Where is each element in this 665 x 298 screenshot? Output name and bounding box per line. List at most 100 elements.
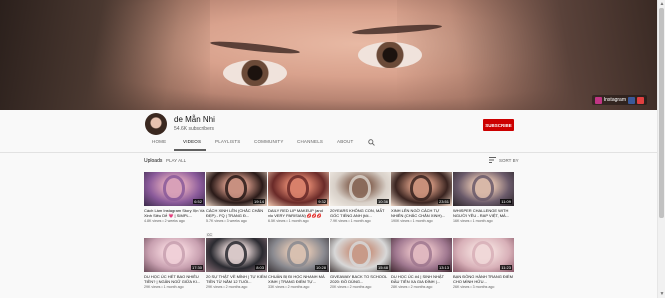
video-card[interactable]: 10:36 20YEARS KHÔNG CON, MẤT GỐC TIẾNG AN… xyxy=(330,172,391,223)
thumbnail-figure xyxy=(352,178,368,198)
video-title[interactable]: XINH LÊN NGỜ CÁCH TỰ NHIÊN (CHẮC CHẮN XI… xyxy=(391,208,452,218)
video-title[interactable]: WHISPER CHALLENGE WITH NGƯỜI YÊU - RAP V… xyxy=(453,208,514,218)
scroll-down-arrow-icon[interactable]: ▼ xyxy=(659,291,665,297)
video-thumbnail[interactable]: 6:52 xyxy=(144,172,205,206)
thumbnail-figure xyxy=(228,244,244,264)
video-duration: 11:09 xyxy=(500,199,512,204)
tab-channels[interactable]: CHANNELS xyxy=(297,139,323,144)
channel-name: de Mẫn Nhi xyxy=(174,115,215,124)
video-thumbnail[interactable]: 23:51 xyxy=(391,172,452,206)
thumbnail-figure xyxy=(290,244,306,264)
video-thumbnail[interactable]: 9:32 xyxy=(268,172,329,206)
thumbnail-figure xyxy=(290,178,306,198)
active-tab-indicator xyxy=(174,149,206,151)
video-duration: 6:52 xyxy=(193,199,203,204)
banner-brow-left xyxy=(209,39,301,56)
video-meta: 29K views • 1 month ago xyxy=(144,285,184,289)
thumbnail-figure xyxy=(475,178,491,198)
video-thumbnail[interactable]: 13:13 xyxy=(391,238,452,272)
sort-icon xyxy=(489,157,496,163)
video-card[interactable]: 23:51 XINH LÊN NGỜ CÁCH TỰ NHIÊN (CHẮC CH… xyxy=(391,172,452,223)
video-title[interactable]: Cách Làm Instagram Story Xịn Và Xinh Siê… xyxy=(144,208,205,218)
video-title[interactable]: CHUẨN BỊ ĐI HỌC NHANH MÀ XINH | TRANG ĐI… xyxy=(268,274,329,284)
video-meta: 16K views • 1 month ago xyxy=(453,219,493,223)
tab-videos[interactable]: VIDEOS xyxy=(183,139,201,144)
banner-eye-right xyxy=(358,42,422,68)
thumbnail-figure xyxy=(166,244,182,264)
tab-community[interactable]: COMMUNITY xyxy=(254,139,284,144)
video-thumbnail[interactable]: 15:48 xyxy=(330,238,391,272)
channel-tabs: HOME VIDEOS PLAYLISTS COMMUNITY CHANNELS… xyxy=(0,136,657,152)
uploads-title: Uploads xyxy=(144,158,163,164)
video-card[interactable]: 11:09 WHISPER CHALLENGE WITH NGƯỜI YÊU - … xyxy=(453,172,514,223)
video-title[interactable]: 20 SỰ THẬT VỀ MÌNH | TỰ KIẾM TIỀN TỪ NĂM… xyxy=(206,274,267,284)
thumbnail-figure xyxy=(228,178,244,198)
video-card[interactable]: 9:32 DAILY RED LIP MAKEUP (and vlo VERY P… xyxy=(268,172,329,223)
channel-banner: Instagram xyxy=(0,0,657,110)
video-duration: 10:36 xyxy=(376,199,389,204)
video-duration: 9:32 xyxy=(317,199,327,204)
video-title[interactable]: DAILY RED LIP MAKEUP (and vlo VERY PARIS… xyxy=(268,208,329,218)
instagram-link-label[interactable]: Instagram xyxy=(604,97,626,103)
video-card[interactable]: 17:30 DU HỌC ÚC HẾT BAO NHIÊU TIỀN? | NGÂ… xyxy=(144,238,205,289)
video-card[interactable]: 6:52 Cách Làm Instagram Story Xịn Và Xinh… xyxy=(144,172,205,223)
tab-about[interactable]: ABOUT xyxy=(337,139,354,144)
video-meta: 6.5K views • 1 month ago xyxy=(268,219,309,223)
video-meta: 7.9K views • 1 month ago xyxy=(330,219,371,223)
video-title[interactable]: 20YEARS KHÔNG CON, MẤT GỐC TIẾNG ANH (tô… xyxy=(330,208,391,218)
video-duration: 11:23 xyxy=(500,265,512,270)
video-thumbnail[interactable]: 11:23 xyxy=(453,238,514,272)
video-duration: 23:51 xyxy=(437,199,450,204)
sort-by-label: SORT BY xyxy=(499,157,519,163)
search-icon[interactable] xyxy=(368,139,375,146)
video-card[interactable]: 15:48 GIVEAWAY BACK TO SCHOOL 2020: ĐỒ DÙ… xyxy=(330,238,391,289)
tab-playlists[interactable]: PLAYLISTS xyxy=(215,139,240,144)
sort-by-button[interactable]: SORT BY xyxy=(489,157,519,163)
video-thumbnail[interactable]: 11:09 xyxy=(453,172,514,206)
video-thumbnail[interactable]: 10:28 xyxy=(268,238,329,272)
video-title[interactable]: CÁCH XINH LÊN (CHẮC CHẮN ĐẸP) - FQ | TRA… xyxy=(206,208,267,218)
page-scrollbar[interactable]: ▲ ▼ xyxy=(657,0,665,298)
youtube-icon[interactable] xyxy=(637,96,644,104)
video-duration: 13:13 xyxy=(437,265,450,270)
thumbnail-figure xyxy=(413,244,429,264)
facebook-icon[interactable] xyxy=(628,96,635,104)
banner-hair-right xyxy=(397,0,657,110)
subscriber-count: 54.6K subscribers xyxy=(174,126,215,132)
subscribe-button[interactable]: SUBSCRIBE xyxy=(483,119,514,131)
video-meta: 33K views • 2 months ago xyxy=(268,285,310,289)
video-duration: 17:30 xyxy=(190,265,203,270)
channel-avatar[interactable] xyxy=(145,113,167,135)
instagram-icon[interactable] xyxy=(594,96,602,104)
video-title[interactable]: BẠN ĐỒNG HÀNH TRANG ĐIỂM CHO MÌNH HỮU... xyxy=(453,274,514,284)
video-title[interactable]: GIVEAWAY BACK TO SCHOOL 2020: ĐỒ DÙNG... xyxy=(330,274,391,284)
scroll-thumb[interactable] xyxy=(659,8,664,218)
tab-home[interactable]: HOME xyxy=(152,139,166,144)
thumbnail-figure xyxy=(166,178,182,198)
thumbnail-figure xyxy=(475,244,491,264)
thumbnail-figure xyxy=(352,244,368,264)
video-duration: 19:14 xyxy=(252,199,265,204)
video-card[interactable]: 11:23 BẠN ĐỒNG HÀNH TRANG ĐIỂM CHO MÌNH H… xyxy=(453,238,514,289)
closed-captions-badge: CC xyxy=(206,233,214,237)
video-thumbnail[interactable]: 19:14 xyxy=(206,172,267,206)
video-thumbnail[interactable]: 8:03 xyxy=(206,238,267,272)
video-meta: 28K views • 2 months ago xyxy=(391,285,433,289)
youtube-channel-page: Instagram ▲ ▼ de Mẫn Nhi 54.6K subscribe… xyxy=(0,0,665,298)
play-all-button[interactable]: PLAY ALL xyxy=(166,158,186,163)
video-meta: 20K views • 2 months ago xyxy=(330,285,372,289)
video-thumbnail[interactable]: 10:36 xyxy=(330,172,391,206)
tabs-divider xyxy=(0,152,657,153)
video-title[interactable]: DU HỌC ÚC HẾT BAO NHIÊU TIỀN? | NGÂN NGỮ… xyxy=(144,274,205,284)
scroll-up-arrow-icon[interactable]: ▲ xyxy=(659,1,665,7)
thumbnail-figure xyxy=(413,178,429,198)
video-duration: 10:28 xyxy=(314,265,327,270)
video-card[interactable]: 13:13 DU HỌC ÚC #4 | SINH NHẬT ĐẦU TIÊN X… xyxy=(391,238,452,289)
video-card[interactable]: 10:28 CHUẨN BỊ ĐI HỌC NHANH MÀ XINH | TRA… xyxy=(268,238,329,289)
video-card[interactable]: 19:14 CÁCH XINH LÊN (CHẮC CHẮN ĐẸP) - FQ … xyxy=(206,172,267,241)
banner-hair-left xyxy=(0,0,210,110)
video-meta: 29K views • 2 months ago xyxy=(206,285,248,289)
video-thumbnail[interactable]: 17:30 xyxy=(144,238,205,272)
video-card[interactable]: 8:03 20 SỰ THẬT VỀ MÌNH | TỰ KIẾM TIỀN TỪ… xyxy=(206,238,267,289)
video-title[interactable]: DU HỌC ÚC #4 | SINH NHẬT ĐẦU TIÊN XA GIA… xyxy=(391,274,452,284)
